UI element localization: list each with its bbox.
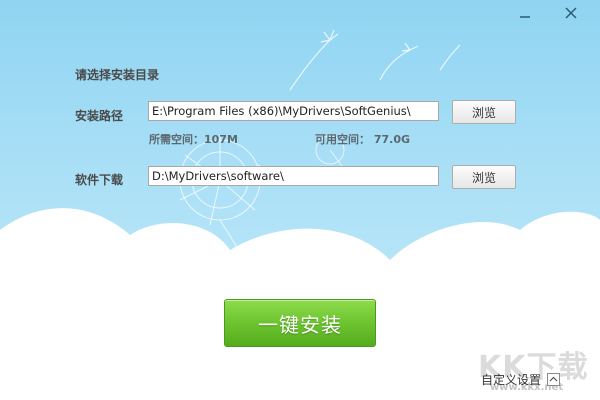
install-path-label: 安装路径 [75,109,124,123]
close-button[interactable] [558,2,584,24]
chevron-up-icon[interactable] [547,372,561,386]
browse-download-path-button[interactable]: 浏览 [452,165,516,189]
install-path-input[interactable] [148,101,439,121]
minimize-button[interactable] [512,2,538,24]
section-title: 请选择安装目录 [75,68,160,82]
required-space: 所需空间：107M [149,133,238,146]
dandelion-decoration-icon [289,29,461,91]
browse-install-path-button[interactable]: 浏览 [452,100,516,124]
one-click-install-button[interactable]: 一键安装 [224,299,376,347]
custom-settings-label: 自定义设置 [481,372,542,387]
close-icon [565,7,577,19]
download-path-label: 软件下载 [75,173,124,187]
available-space: 可用空间： 77.0G [315,133,410,146]
minimize-icon [520,16,530,18]
installer-window: 请选择安装目录 安装路径 浏览 所需空间：107M 可用空间： 77.0G 软件… [0,0,600,400]
custom-settings-toggle[interactable]: 自定义设置 [481,370,561,388]
download-path-input[interactable] [148,166,439,186]
